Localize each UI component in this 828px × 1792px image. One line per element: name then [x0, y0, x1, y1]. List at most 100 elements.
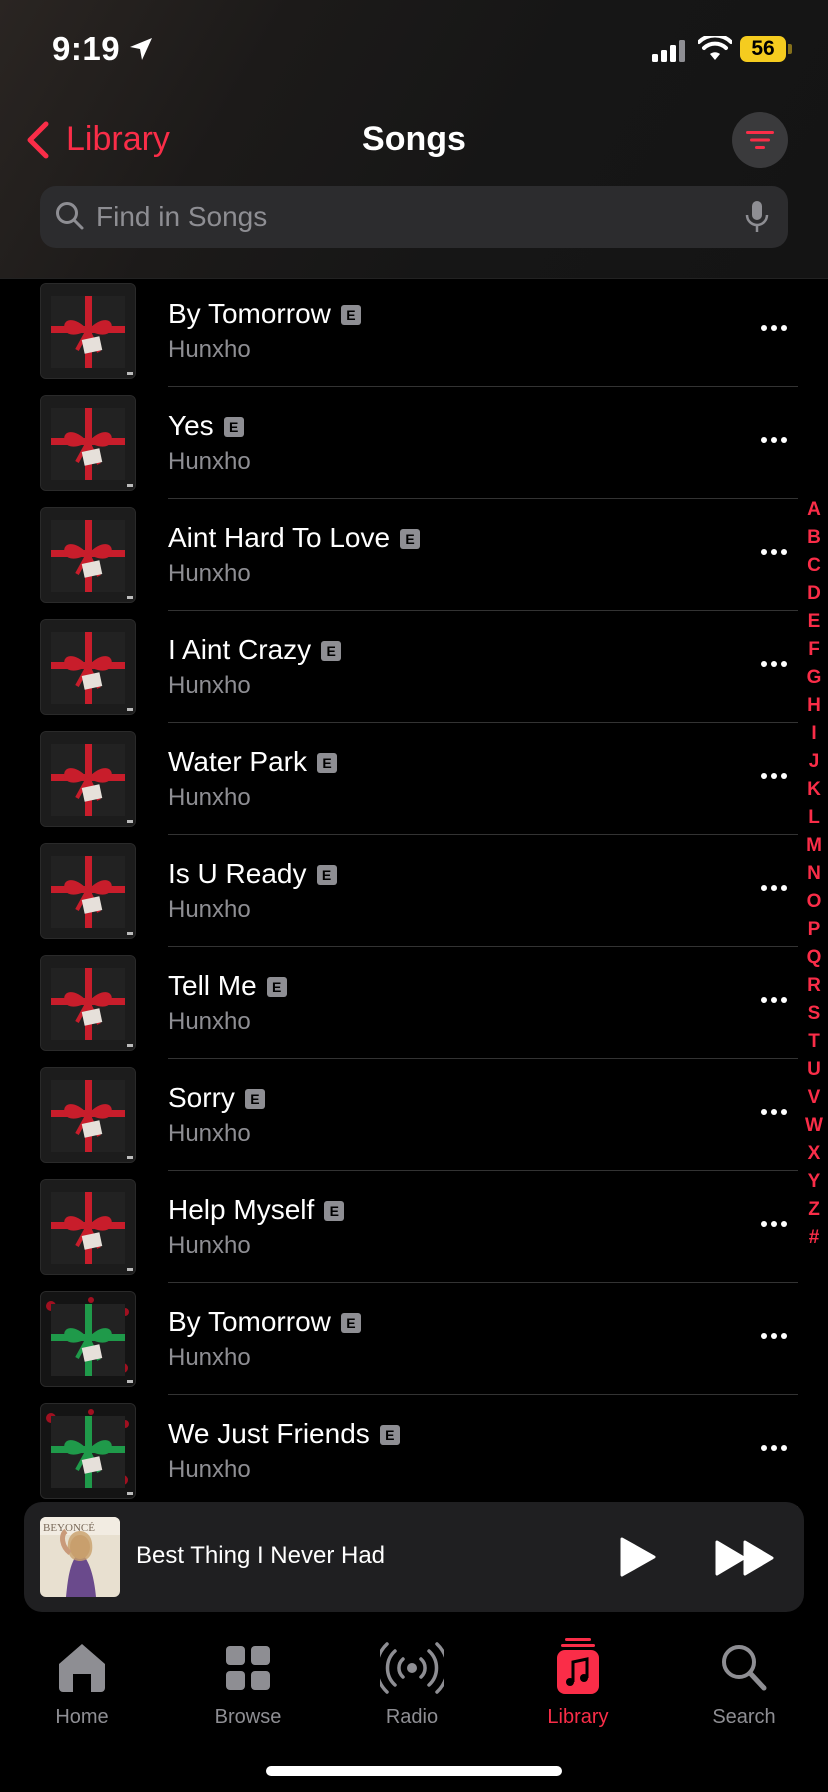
song-row[interactable]: Help Myself E Hunxho: [0, 1176, 800, 1288]
index-letter[interactable]: B: [800, 524, 828, 552]
grid-icon: [226, 1646, 270, 1690]
song-row[interactable]: Tell Me E Hunxho: [0, 952, 800, 1064]
more-options-button[interactable]: [756, 654, 792, 674]
song-row[interactable]: Yes E Hunxho: [0, 392, 800, 504]
sort-button[interactable]: [732, 112, 788, 168]
search-icon: [722, 1645, 767, 1691]
song-artist: Hunxho: [168, 448, 251, 475]
index-letter[interactable]: K: [800, 776, 828, 804]
search-input[interactable]: [96, 186, 716, 248]
song-row[interactable]: Water Park E Hunxho: [0, 728, 800, 840]
song-title: Help Myself E: [168, 1194, 345, 1226]
more-options-button[interactable]: [756, 542, 792, 562]
row-divider: [168, 722, 798, 723]
song-title: Yes E: [168, 410, 244, 442]
back-chevron-icon[interactable]: [24, 120, 52, 165]
index-letter[interactable]: O: [800, 888, 828, 916]
radio-icon: [380, 1642, 444, 1694]
song-artist: Hunxho: [168, 1344, 251, 1371]
song-row[interactable]: Aint Hard To Love E Hunxho: [0, 504, 800, 616]
index-letter[interactable]: J: [800, 748, 828, 776]
back-button[interactable]: Library: [66, 120, 170, 159]
album-artwork: [40, 1179, 136, 1275]
top-bar: 9:19 56 Library Songs: [0, 0, 828, 279]
index-letter[interactable]: A: [800, 496, 828, 524]
tab-library[interactable]: Library: [508, 1638, 648, 1729]
index-letter[interactable]: W: [800, 1112, 828, 1140]
index-letter[interactable]: Y: [800, 1168, 828, 1196]
tab-label-browse: Browse: [214, 1706, 282, 1728]
more-options-button[interactable]: [756, 318, 792, 338]
song-artist: Hunxho: [168, 672, 251, 699]
song-row[interactable]: I Aint Crazy E Hunxho: [0, 616, 800, 728]
song-title-text: Water Park: [168, 746, 307, 777]
tab-browse[interactable]: Browse: [178, 1638, 318, 1729]
index-letter[interactable]: Z: [800, 1196, 828, 1224]
more-options-button[interactable]: [756, 1326, 792, 1346]
search-icon: [54, 200, 86, 237]
more-options-button[interactable]: [756, 766, 792, 786]
more-options-button[interactable]: [756, 990, 792, 1010]
index-letter[interactable]: F: [800, 636, 828, 664]
album-artwork: [40, 955, 136, 1051]
music-note-icon: [557, 1638, 599, 1694]
alphabet-index[interactable]: A B C D E F G H I J K L M N O P Q R S T U V W X Y Z #: [800, 496, 828, 1252]
index-letter[interactable]: #: [800, 1224, 828, 1252]
more-options-button[interactable]: [756, 1214, 792, 1234]
index-letter[interactable]: M: [800, 832, 828, 860]
index-letter[interactable]: L: [800, 804, 828, 832]
play-button[interactable]: [618, 1536, 658, 1583]
index-letter[interactable]: X: [800, 1140, 828, 1168]
song-title-text: Aint Hard To Love: [168, 522, 391, 553]
song-title: Water Park E: [168, 746, 337, 778]
song-title: We Just Friends E: [168, 1418, 400, 1450]
microphone-icon[interactable]: [744, 200, 770, 239]
index-letter[interactable]: N: [800, 860, 828, 888]
album-artwork: [40, 843, 136, 939]
song-title: Is U Ready E: [168, 858, 337, 890]
tab-label-search: Search: [712, 1706, 776, 1728]
cellular-signal-icon: [652, 40, 688, 67]
fast-forward-button[interactable]: [714, 1538, 776, 1583]
mini-player[interactable]: BEYONCÉ Best Thing I Never Had: [24, 1502, 804, 1612]
index-letter[interactable]: U: [800, 1056, 828, 1084]
index-letter[interactable]: E: [800, 608, 828, 636]
index-letter[interactable]: D: [800, 580, 828, 608]
index-letter[interactable]: Q: [800, 944, 828, 972]
tab-home[interactable]: Home: [12, 1638, 152, 1729]
index-letter[interactable]: C: [800, 552, 828, 580]
tab-radio[interactable]: Radio: [342, 1638, 482, 1729]
index-letter[interactable]: P: [800, 916, 828, 944]
now-playing-art-text: BEYONCÉ: [43, 1522, 95, 1534]
row-divider: [168, 498, 798, 499]
song-row[interactable]: Sorry E Hunxho: [0, 1064, 800, 1176]
song-title-text: Yes: [168, 410, 214, 441]
album-artwork: [40, 283, 136, 379]
explicit-badge: E: [379, 1425, 400, 1445]
more-options-button[interactable]: [756, 1102, 792, 1122]
song-row[interactable]: We Just Friends E Hunxho: [0, 1400, 800, 1512]
tab-search[interactable]: Search: [674, 1638, 814, 1729]
search-bar[interactable]: [40, 186, 788, 248]
explicit-badge: E: [340, 1313, 361, 1333]
song-row[interactable]: By Tomorrow E Hunxho: [0, 280, 800, 392]
album-artwork: [40, 731, 136, 827]
more-options-button[interactable]: [756, 1438, 792, 1458]
index-letter[interactable]: I: [800, 720, 828, 748]
tab-label-radio: Radio: [385, 1706, 439, 1728]
explicit-badge: E: [266, 977, 287, 997]
row-divider: [168, 1282, 798, 1283]
explicit-badge: E: [223, 417, 244, 437]
song-row[interactable]: Is U Ready E Hunxho: [0, 840, 800, 952]
song-title-text: I Aint Crazy: [168, 634, 312, 665]
song-artist: Hunxho: [168, 896, 251, 923]
index-letter[interactable]: R: [800, 972, 828, 1000]
index-letter[interactable]: T: [800, 1028, 828, 1056]
index-letter[interactable]: H: [800, 692, 828, 720]
index-letter[interactable]: S: [800, 1000, 828, 1028]
index-letter[interactable]: V: [800, 1084, 828, 1112]
more-options-button[interactable]: [756, 430, 792, 450]
index-letter[interactable]: G: [800, 664, 828, 692]
song-row[interactable]: By Tomorrow E Hunxho: [0, 1288, 800, 1400]
more-options-button[interactable]: [756, 878, 792, 898]
